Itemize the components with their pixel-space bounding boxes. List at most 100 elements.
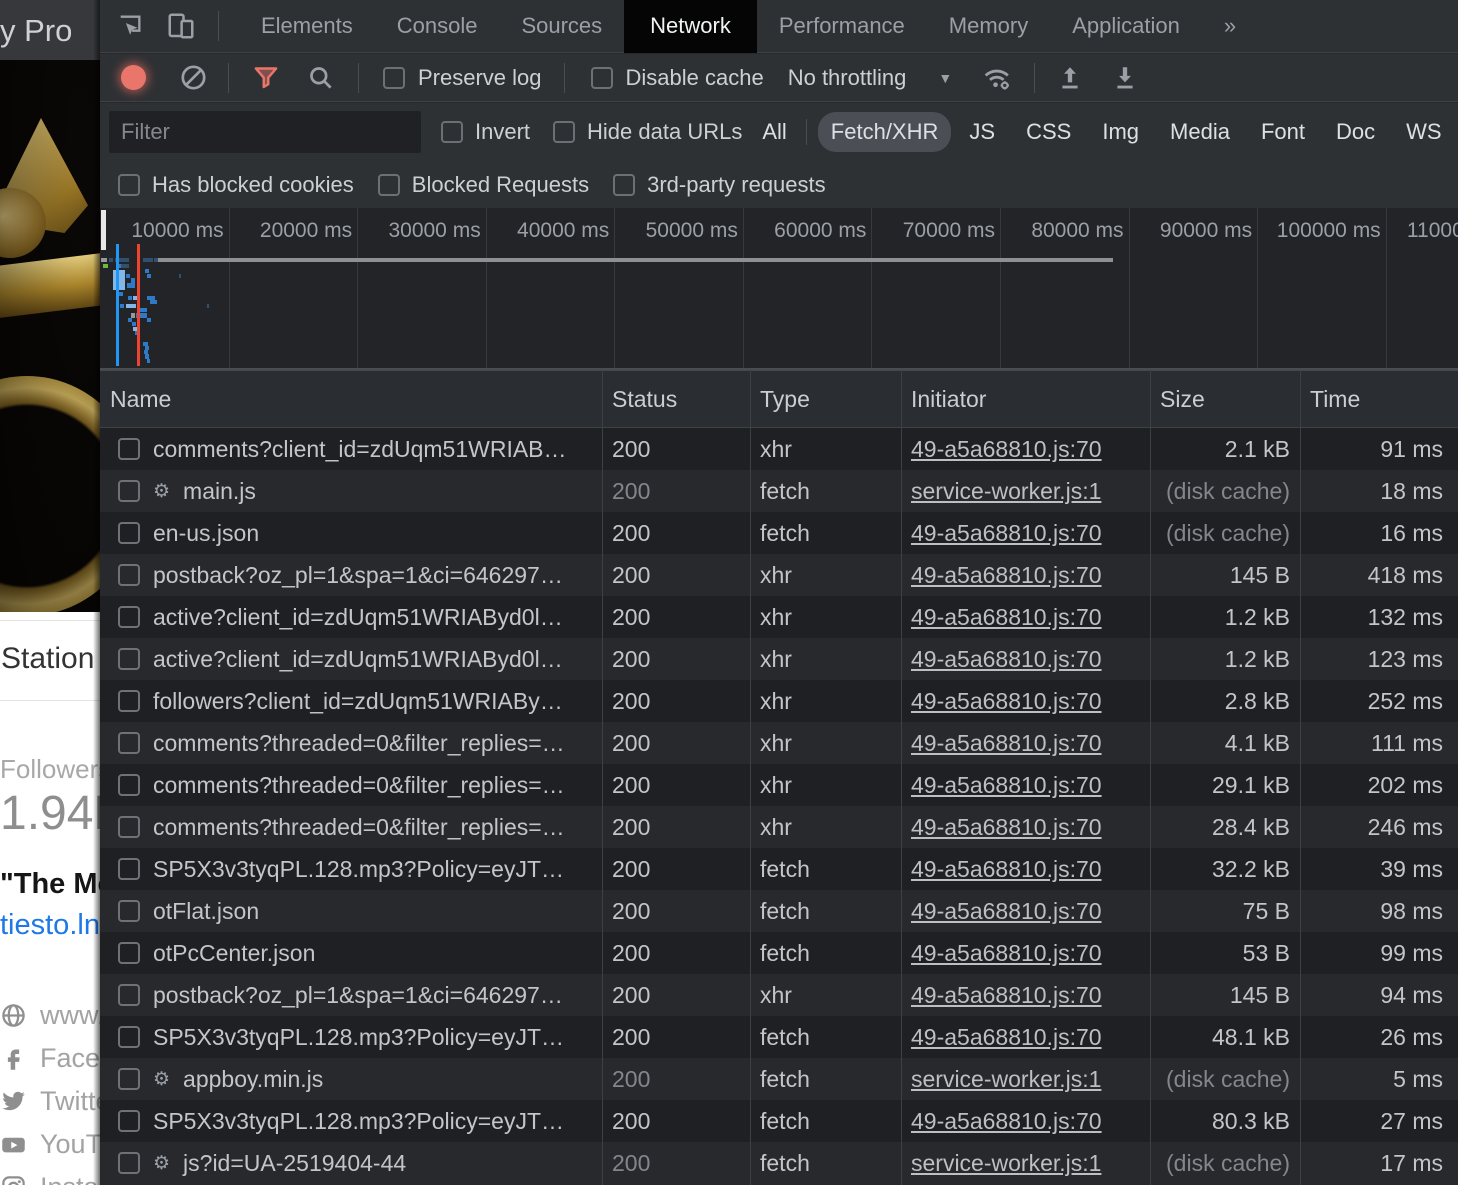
social-link-youtube[interactable]: YouTu: [0, 1123, 100, 1166]
throttling-select[interactable]: No throttling: [788, 65, 907, 91]
social-link-facebook[interactable]: Faceb: [0, 1037, 100, 1080]
filter-icon[interactable]: [252, 64, 280, 91]
table-row[interactable]: otPcCenter.json200fetch49-a5a68810.js:70…: [100, 932, 1458, 974]
export-har-icon[interactable]: [1112, 64, 1138, 91]
row-checkbox[interactable]: [118, 774, 140, 796]
promo-link[interactable]: tiesto.lnk: [0, 909, 100, 942]
table-row[interactable]: SP5X3v3tyqPL.128.mp3?Policy=eyJT…200fetc…: [100, 848, 1458, 890]
column-header-name[interactable]: Name: [100, 386, 602, 413]
table-row[interactable]: comments?threaded=0&filter_replies=…200x…: [100, 806, 1458, 848]
device-toolbar-icon[interactable]: [166, 11, 196, 41]
filter-type-doc[interactable]: Doc: [1323, 112, 1388, 152]
check-has-blocked-cookies[interactable]: [118, 174, 140, 196]
row-checkbox[interactable]: [118, 564, 140, 586]
row-checkbox[interactable]: [118, 648, 140, 670]
initiator-link[interactable]: 49-a5a68810.js:70: [911, 940, 1102, 966]
table-row[interactable]: ⚙main.js200fetchservice-worker.js:1(disk…: [100, 470, 1458, 512]
filter-type-font[interactable]: Font: [1248, 112, 1318, 152]
row-checkbox[interactable]: [118, 942, 140, 964]
disable-cache-checkbox[interactable]: [591, 67, 613, 89]
initiator-link[interactable]: 49-a5a68810.js:70: [911, 814, 1102, 840]
initiator-link[interactable]: 49-a5a68810.js:70: [911, 982, 1102, 1008]
tab-elements[interactable]: Elements: [239, 0, 375, 53]
filter-type-js[interactable]: JS: [956, 112, 1008, 152]
row-checkbox[interactable]: [118, 1026, 140, 1048]
social-link-globe[interactable]: www.: [0, 994, 100, 1037]
tab-network[interactable]: Network: [624, 0, 757, 53]
row-checkbox[interactable]: [118, 690, 140, 712]
table-row[interactable]: en-us.json200fetch49-a5a68810.js:70(disk…: [100, 512, 1458, 554]
column-divider[interactable]: [750, 370, 751, 1185]
check-blocked-requests[interactable]: [378, 174, 400, 196]
invert-checkbox[interactable]: [441, 121, 463, 143]
overview-grip[interactable]: [101, 210, 106, 250]
record-button[interactable]: [121, 65, 146, 90]
table-row[interactable]: ⚙appboy.min.js200fetchservice-worker.js:…: [100, 1058, 1458, 1100]
filter-type-ws[interactable]: WS: [1393, 112, 1454, 152]
tab-performance[interactable]: Performance: [757, 0, 927, 53]
table-row[interactable]: comments?client_id=zdUqm51WRIAB…200xhr49…: [100, 428, 1458, 470]
column-divider[interactable]: [901, 370, 902, 1185]
table-row[interactable]: postback?oz_pl=1&spa=1&ci=646297…200xhr4…: [100, 974, 1458, 1016]
row-checkbox[interactable]: [118, 984, 140, 1006]
search-icon[interactable]: [307, 64, 334, 91]
tab-memory[interactable]: Memory: [927, 0, 1050, 53]
row-checkbox[interactable]: [118, 858, 140, 880]
filter-type-all[interactable]: All: [749, 112, 799, 152]
initiator-link[interactable]: service-worker.js:1: [911, 1150, 1101, 1176]
filter-type-img[interactable]: Img: [1089, 112, 1152, 152]
row-checkbox[interactable]: [118, 1068, 140, 1090]
network-conditions-icon[interactable]: [982, 64, 1014, 92]
initiator-link[interactable]: 49-a5a68810.js:70: [911, 562, 1102, 588]
table-row[interactable]: followers?client_id=zdUqm51WRIABy…200xhr…: [100, 680, 1458, 722]
row-checkbox[interactable]: [118, 606, 140, 628]
table-row[interactable]: otFlat.json200fetch49-a5a68810.js:7075 B…: [100, 890, 1458, 932]
initiator-link[interactable]: 49-a5a68810.js:70: [911, 1108, 1102, 1134]
tab-sources[interactable]: Sources: [499, 0, 624, 53]
row-checkbox[interactable]: [118, 816, 140, 838]
initiator-link[interactable]: 49-a5a68810.js:70: [911, 604, 1102, 630]
filter-type-css[interactable]: CSS: [1013, 112, 1084, 152]
hide-data-urls-checkbox[interactable]: [553, 121, 575, 143]
table-row[interactable]: active?client_id=zdUqm51WRIAByd0l…200xhr…: [100, 596, 1458, 638]
column-header-initiator[interactable]: Initiator: [901, 386, 1150, 413]
row-checkbox[interactable]: [118, 480, 140, 502]
social-link-instagram[interactable]: Insta: [0, 1166, 100, 1185]
initiator-link[interactable]: 49-a5a68810.js:70: [911, 898, 1102, 924]
table-row[interactable]: postback?oz_pl=1&spa=1&ci=646297…200xhr4…: [100, 554, 1458, 596]
social-link-twitter[interactable]: Twitte: [0, 1080, 100, 1123]
table-row[interactable]: active?client_id=zdUqm51WRIAByd0l…200xhr…: [100, 638, 1458, 680]
row-checkbox[interactable]: [118, 1110, 140, 1132]
initiator-link[interactable]: 49-a5a68810.js:70: [911, 730, 1102, 756]
tab-[interactable]: »: [1202, 0, 1258, 53]
column-header-size[interactable]: Size: [1150, 386, 1300, 413]
row-checkbox[interactable]: [118, 438, 140, 460]
table-row[interactable]: comments?threaded=0&filter_replies=…200x…: [100, 722, 1458, 764]
import-har-icon[interactable]: [1057, 64, 1083, 91]
clear-icon[interactable]: [180, 64, 207, 91]
column-divider[interactable]: [1300, 370, 1301, 1185]
row-checkbox[interactable]: [118, 900, 140, 922]
initiator-link[interactable]: 49-a5a68810.js:70: [911, 856, 1102, 882]
initiator-link[interactable]: 49-a5a68810.js:70: [911, 1024, 1102, 1050]
column-header-status[interactable]: Status: [602, 386, 750, 413]
filter-type-fetchxhr[interactable]: Fetch/XHR: [818, 112, 952, 152]
initiator-link[interactable]: 49-a5a68810.js:70: [911, 772, 1102, 798]
tab-console[interactable]: Console: [375, 0, 500, 53]
initiator-link[interactable]: 49-a5a68810.js:70: [911, 646, 1102, 672]
network-overview-timeline[interactable]: 10000 ms20000 ms30000 ms40000 ms50000 ms…: [100, 208, 1458, 370]
column-divider[interactable]: [602, 370, 603, 1185]
table-row[interactable]: comments?threaded=0&filter_replies=…200x…: [100, 764, 1458, 806]
initiator-link[interactable]: 49-a5a68810.js:70: [911, 436, 1102, 462]
inspect-element-icon[interactable]: [116, 12, 144, 40]
column-header-type[interactable]: Type: [750, 386, 901, 413]
filter-type-media[interactable]: Media: [1157, 112, 1243, 152]
filter-input[interactable]: [109, 111, 421, 153]
row-checkbox[interactable]: [118, 1152, 140, 1174]
column-divider[interactable]: [1150, 370, 1151, 1185]
tab-application[interactable]: Application: [1050, 0, 1202, 53]
initiator-link[interactable]: 49-a5a68810.js:70: [911, 520, 1102, 546]
row-checkbox[interactable]: [118, 732, 140, 754]
preserve-log-checkbox[interactable]: [383, 67, 405, 89]
column-header-time[interactable]: Time: [1300, 386, 1458, 413]
